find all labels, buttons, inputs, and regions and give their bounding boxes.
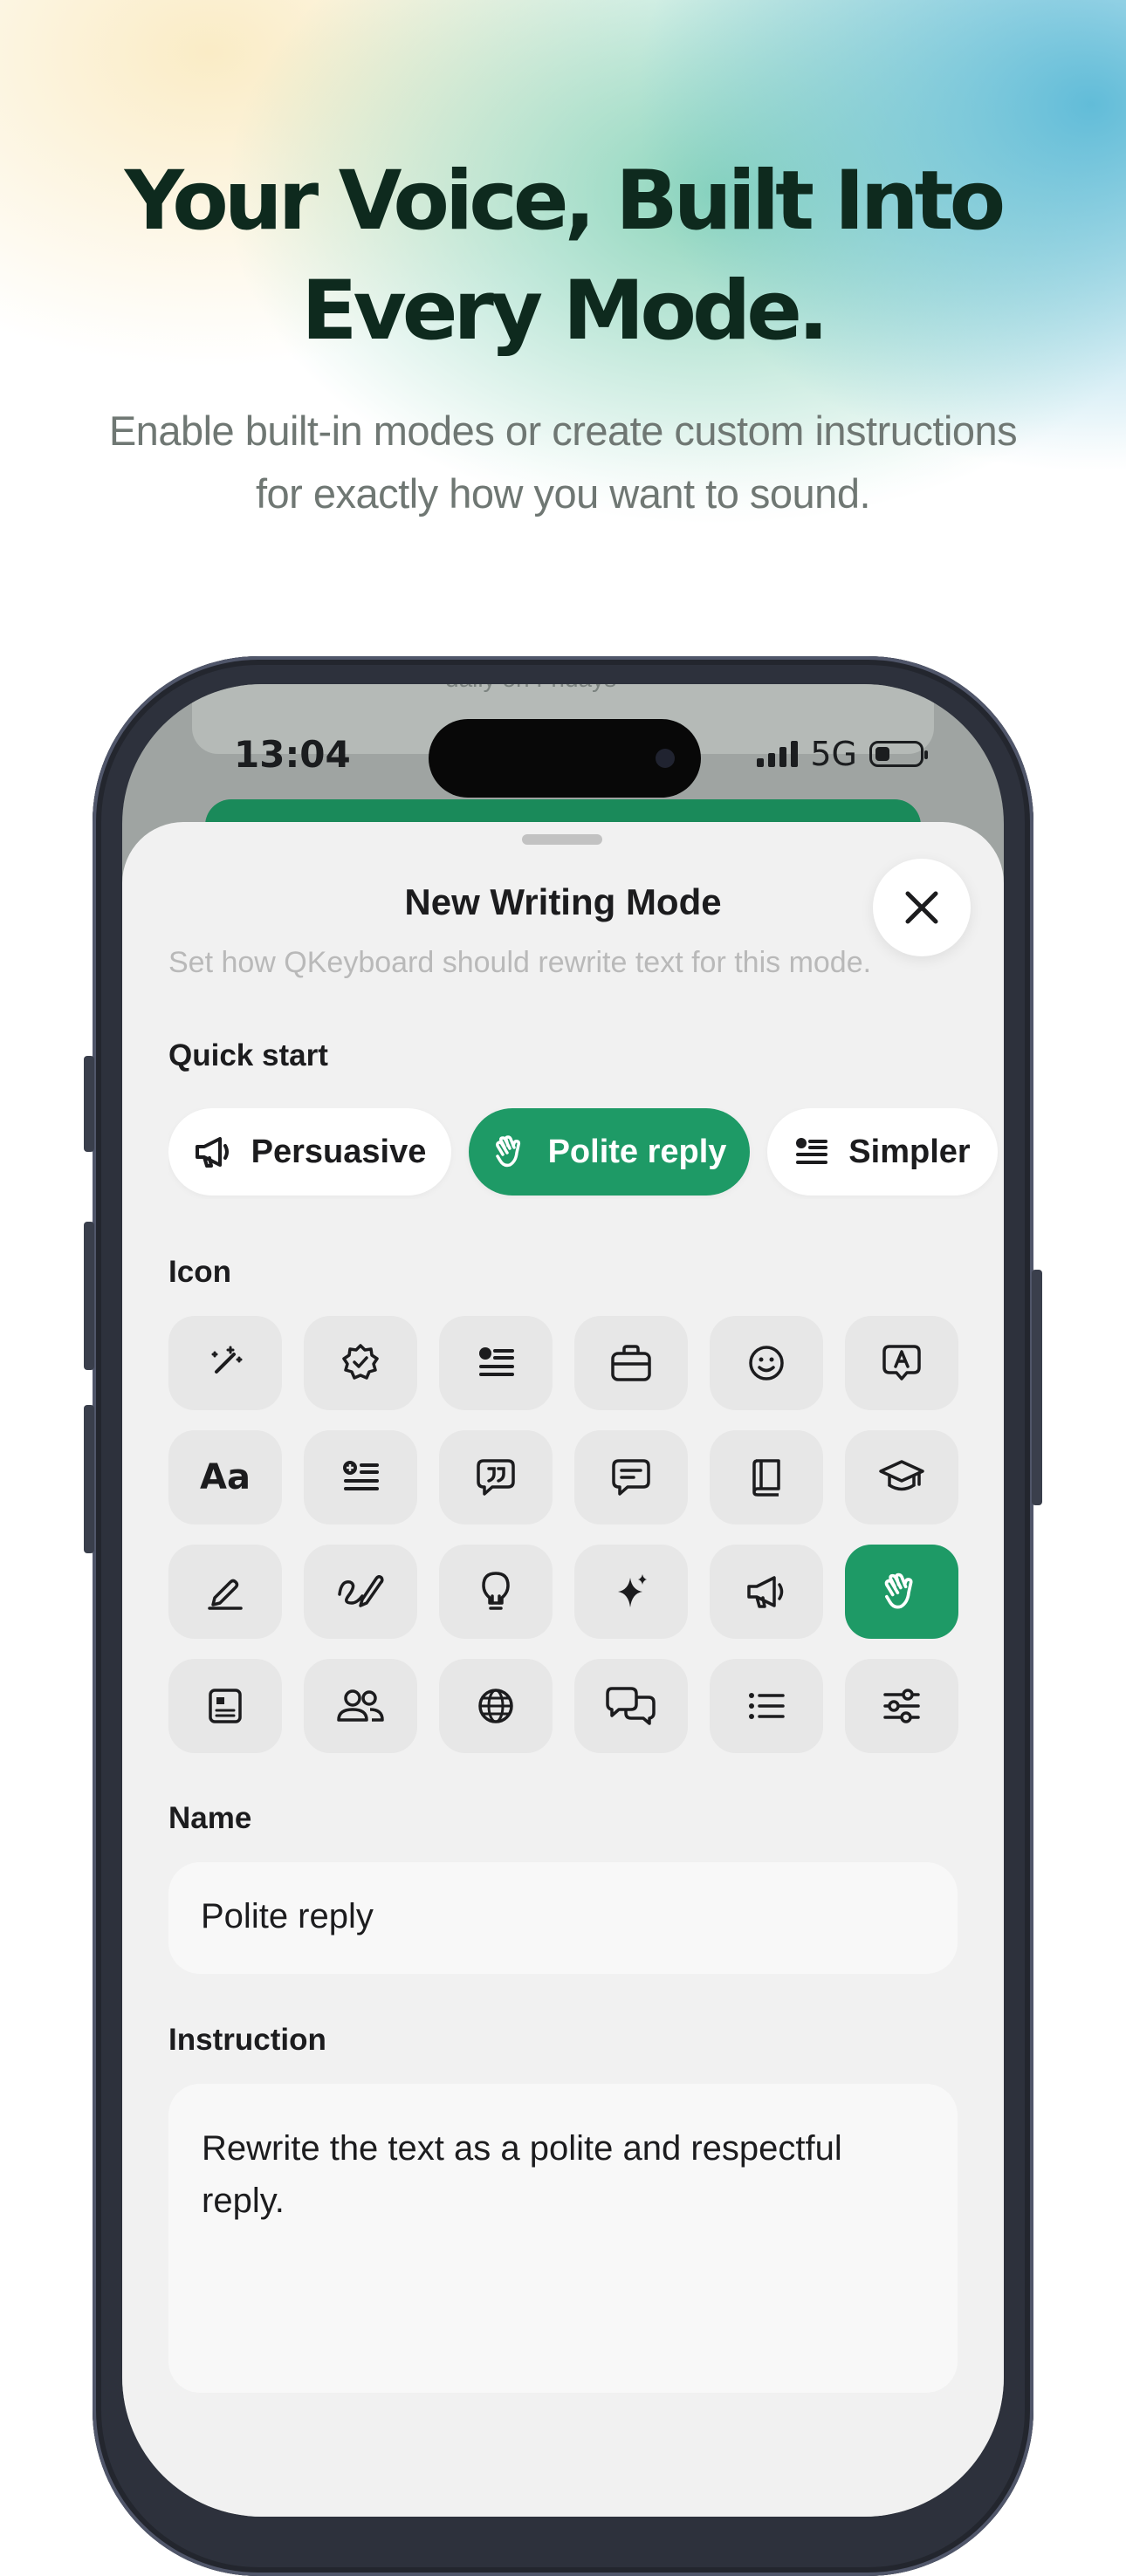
simplify-icon bbox=[796, 1138, 828, 1164]
dynamic-island bbox=[429, 719, 701, 798]
verified-badge-icon bbox=[342, 1344, 379, 1380]
quote-bubble-icon bbox=[477, 1459, 515, 1496]
hero-title-line2: Every Mode. bbox=[301, 264, 828, 359]
icon-option-sparkles[interactable] bbox=[574, 1545, 688, 1639]
quick-start-chip-label: Polite reply bbox=[547, 1133, 727, 1170]
phone-action-button bbox=[84, 1056, 94, 1152]
instruction-field-value: Rewrite the text as a polite and respect… bbox=[202, 2129, 842, 2220]
icon-option-quote-bubble[interactable] bbox=[439, 1430, 553, 1524]
icon-option-sliders[interactable] bbox=[845, 1659, 958, 1753]
add-text-icon bbox=[343, 1461, 379, 1490]
icon-option-verified-badge[interactable] bbox=[304, 1316, 417, 1410]
icon-label: Icon bbox=[168, 1255, 231, 1289]
phone-volume-down-button bbox=[84, 1405, 94, 1553]
close-button[interactable] bbox=[873, 859, 971, 956]
icon-option-graduation-cap[interactable] bbox=[845, 1430, 958, 1524]
status-indicators: 5G bbox=[757, 735, 928, 773]
name-field-value: Polite reply bbox=[201, 1897, 374, 1935]
status-time: 13:04 bbox=[234, 733, 351, 776]
name-field[interactable]: Polite reply bbox=[168, 1862, 958, 1974]
book-icon bbox=[752, 1459, 780, 1497]
icon-option-people[interactable] bbox=[304, 1659, 417, 1753]
sparkles-icon bbox=[618, 1574, 647, 1607]
magic-wand-icon bbox=[211, 1346, 243, 1374]
quick-start-chip-polite-reply[interactable]: Polite reply bbox=[469, 1108, 750, 1196]
quick-start-chip-persuasive[interactable]: Persuasive bbox=[168, 1108, 451, 1196]
sheet-grabber[interactable] bbox=[522, 834, 602, 845]
icon-option-id-card[interactable] bbox=[168, 1659, 282, 1753]
phone-volume-up-button bbox=[84, 1222, 94, 1370]
bullet-list-icon bbox=[749, 1693, 785, 1719]
icon-option-lightbulb[interactable] bbox=[439, 1545, 553, 1639]
icon-option-message-lines[interactable] bbox=[574, 1430, 688, 1524]
icon-option-waving-hand[interactable] bbox=[845, 1545, 958, 1639]
icon-option-add-text[interactable] bbox=[304, 1430, 417, 1524]
icon-option-megaphone[interactable] bbox=[710, 1545, 823, 1639]
sliders-icon bbox=[883, 1689, 920, 1723]
icon-option-signature[interactable] bbox=[304, 1545, 417, 1639]
waving-hand-icon bbox=[884, 1572, 913, 1609]
instruction-label: Instruction bbox=[168, 2023, 326, 2057]
phone-screen: daily on Fridays 13:04 5G New Writing Mo… bbox=[122, 684, 1004, 2517]
new-writing-mode-sheet: New Writing Mode Set how QKeyboard shoul… bbox=[122, 822, 1004, 2517]
quick-start-chip-label: Persuasive bbox=[251, 1133, 427, 1170]
signature-icon bbox=[338, 1574, 384, 1607]
smiley-icon bbox=[749, 1346, 784, 1380]
close-icon bbox=[905, 891, 938, 924]
icon-option-chat-bubbles[interactable] bbox=[574, 1659, 688, 1753]
quick-start-label: Quick start bbox=[168, 1038, 328, 1072]
battery-icon bbox=[869, 741, 928, 767]
quick-start-chip-simpler[interactable]: Simpler bbox=[767, 1108, 998, 1196]
icon-option-magic-wand[interactable] bbox=[168, 1316, 282, 1410]
graduation-cap-icon bbox=[879, 1460, 924, 1491]
hero-subtitle-line2: for exactly how you want to sound. bbox=[255, 470, 871, 517]
icon-option-bullet-list[interactable] bbox=[710, 1659, 823, 1753]
globe-icon bbox=[478, 1689, 513, 1723]
network-type: 5G bbox=[810, 735, 857, 773]
hero-subtitle-line1: Enable built-in modes or create custom i… bbox=[108, 408, 1018, 454]
sheet-title: New Writing Mode bbox=[404, 881, 722, 922]
icon-option-smiley[interactable] bbox=[710, 1316, 823, 1410]
lightbulb-icon bbox=[482, 1572, 510, 1610]
quick-start-chip-label: Simpler bbox=[848, 1133, 971, 1170]
sheet-subtitle: Set how QKeyboard should rewrite text fo… bbox=[168, 946, 872, 979]
icon-option-book[interactable] bbox=[710, 1430, 823, 1524]
icon-option-letter-a-bubble[interactable] bbox=[845, 1316, 958, 1410]
name-label: Name bbox=[168, 1801, 252, 1835]
icon-option-text-size[interactable]: Aa bbox=[168, 1430, 282, 1524]
phone-power-button bbox=[1032, 1270, 1042, 1505]
message-lines-icon bbox=[612, 1459, 650, 1496]
megaphone-icon bbox=[747, 1576, 784, 1608]
megaphone-icon bbox=[195, 1137, 229, 1168]
pen-line-icon bbox=[208, 1579, 243, 1610]
letter-a-bubble-icon bbox=[882, 1345, 921, 1380]
briefcase-icon bbox=[611, 1345, 651, 1381]
icon-option-pen-line[interactable] bbox=[168, 1545, 282, 1639]
icon-option-text-lines[interactable] bbox=[439, 1316, 553, 1410]
background-card-text: daily on Fridays bbox=[445, 684, 616, 693]
hero-title: Your Voice, Built Into Every Mode. bbox=[0, 147, 1126, 367]
hero-title-line1: Your Voice, Built Into bbox=[124, 154, 1006, 249]
chat-bubbles-icon bbox=[606, 1687, 656, 1725]
id-card-icon bbox=[209, 1689, 242, 1723]
hero-subtitle: Enable built-in modes or create custom i… bbox=[52, 400, 1074, 525]
text-lines-icon bbox=[479, 1347, 514, 1376]
icon-option-briefcase[interactable] bbox=[574, 1316, 688, 1410]
people-icon bbox=[337, 1689, 384, 1722]
quick-start-chips: Persuasive Polite reply Simpler bbox=[168, 1108, 1004, 1199]
camera-dot bbox=[656, 749, 675, 768]
text-size-icon: Aa bbox=[200, 1457, 251, 1497]
waving-hand-icon bbox=[495, 1135, 520, 1168]
signal-icon bbox=[757, 741, 799, 767]
instruction-field[interactable]: Rewrite the text as a polite and respect… bbox=[168, 2084, 958, 2393]
icon-option-globe[interactable] bbox=[439, 1659, 553, 1753]
